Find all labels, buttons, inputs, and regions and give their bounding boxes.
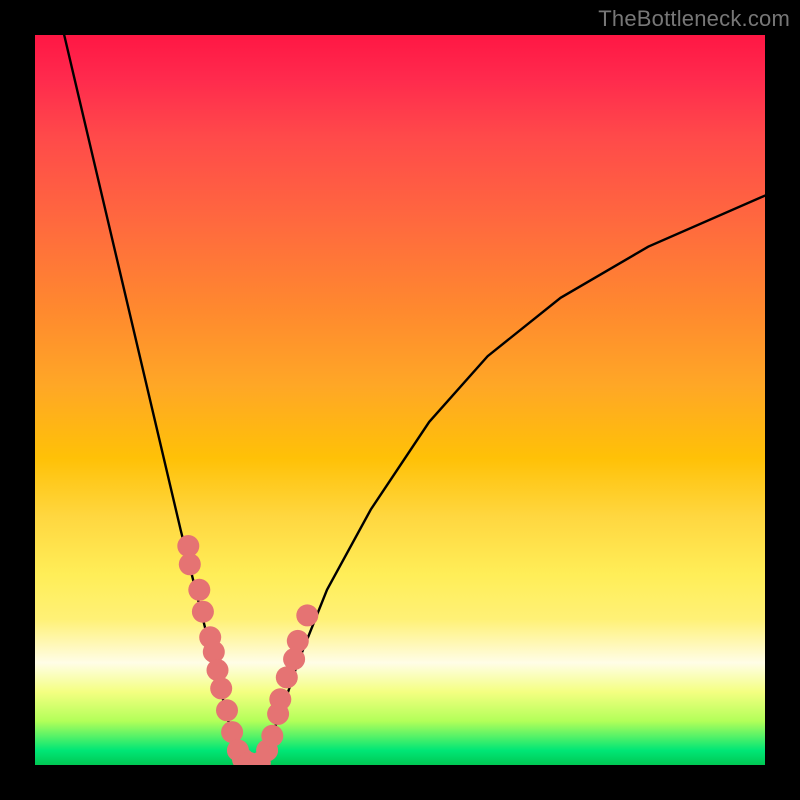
marker-dot [296,604,318,626]
marker-dot [261,725,283,747]
marker-dot [207,659,229,681]
watermark-text: TheBottleneck.com [598,6,790,32]
marker-dot [210,677,232,699]
chart-frame: TheBottleneck.com [0,0,800,800]
plot-area [35,35,765,765]
marker-dot [287,630,309,652]
marker-dot [192,601,214,623]
bottleneck-curve [64,35,765,765]
marker-dot [179,553,201,575]
marker-dot [283,648,305,670]
marker-dot [216,699,238,721]
chart-svg [35,35,765,765]
marker-dot [269,688,291,710]
marker-dot [188,579,210,601]
marker-dot [203,641,225,663]
marker-group [177,535,318,765]
